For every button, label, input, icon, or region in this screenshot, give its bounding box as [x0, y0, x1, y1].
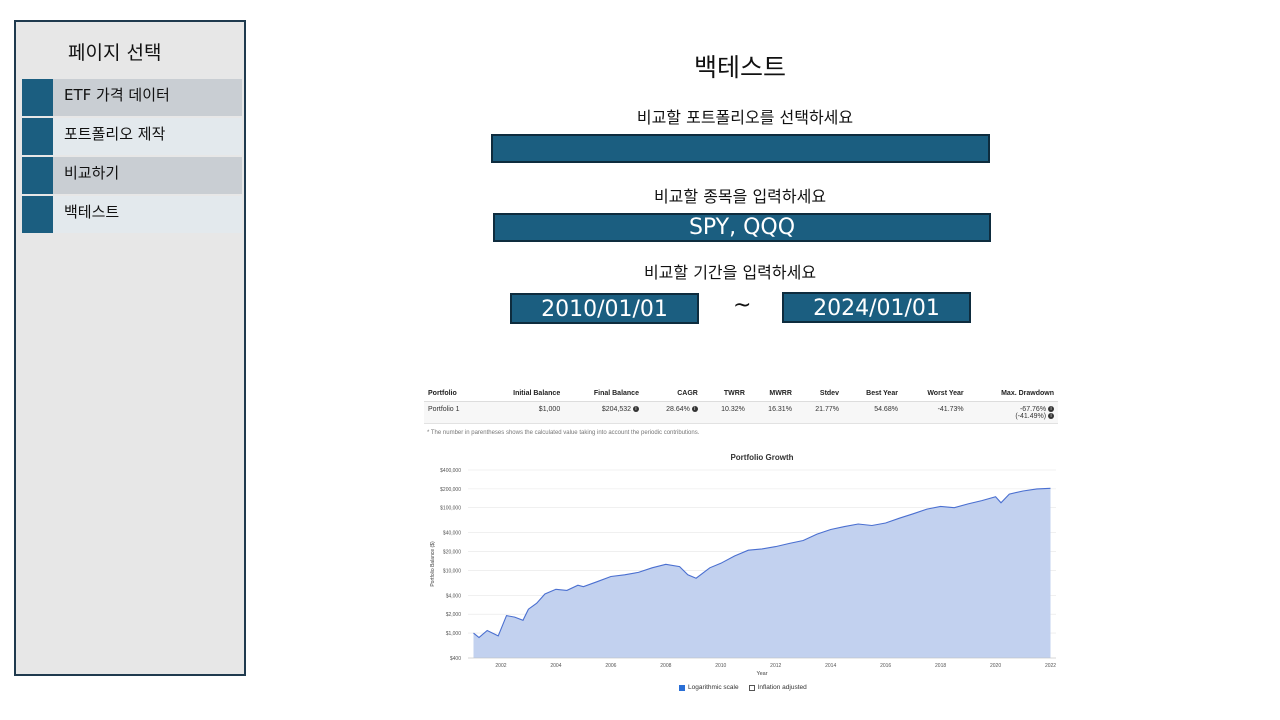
- x-tick-label: 2002: [495, 663, 506, 669]
- col-worst-year: Worst Year: [901, 386, 968, 402]
- x-axis-label: Year: [756, 671, 767, 677]
- sidebar-item-marker: [22, 196, 53, 233]
- sidebar-item-label: 비교하기: [53, 157, 242, 194]
- x-tick-label: 2020: [990, 663, 1001, 669]
- ticker-prompt: 비교할 종목을 입력하세요: [653, 187, 827, 206]
- y-tick-label: $10,000: [443, 568, 461, 574]
- col-cagr: CAGR: [642, 386, 702, 402]
- col-final-balance: Final Balance: [564, 386, 643, 402]
- chart-svg: Portfolio Growth $400 $1,000 $2,000 $4,000 $1…: [430, 453, 1056, 677]
- info-icon[interactable]: i: [1048, 406, 1054, 413]
- y-tick-label: $200,000: [440, 487, 461, 493]
- max-drawdown-value: -67.76%: [1019, 406, 1047, 413]
- period-prompt: 비교할 기간을 입력하세요: [643, 263, 817, 282]
- footnote: * The number in parentheses shows the ca…: [427, 430, 700, 436]
- x-tick-label: 2016: [880, 663, 891, 669]
- x-tick-label: 2004: [550, 663, 561, 669]
- backtest-results: Portfolio Initial Balance Final Balance …: [424, 386, 1060, 698]
- cell-portfolio: Portfolio 1: [424, 401, 483, 424]
- info-icon[interactable]: i: [691, 406, 698, 413]
- x-tick-label: 2006: [605, 663, 616, 669]
- portfolio-select[interactable]: [491, 134, 990, 163]
- sidebar-item-label: 백테스트: [53, 196, 242, 233]
- y-tick-label: $1,000: [446, 631, 462, 637]
- x-tick-label: 2008: [660, 663, 671, 669]
- col-max-drawdown: Max. Drawdown: [967, 386, 1058, 402]
- page-title: 백테스트: [693, 53, 786, 82]
- cell-initial-balance: $1,000: [482, 401, 565, 424]
- y-tick-label: $20,000: [443, 550, 461, 556]
- sidebar-item-marker: [22, 79, 53, 116]
- portfolio-prompt: 비교할 포트폴리오를 선택하세요: [636, 108, 854, 127]
- sidebar-item-label: ETF 가격 데이터: [53, 79, 242, 116]
- logarithmic-label: Logarithmic scale: [688, 684, 739, 691]
- sidebar-item-backtest[interactable]: 백테스트: [22, 196, 242, 233]
- sidebar: 페이지 선택 ETF 가격 데이터 포트폴리오 제작 비교하기 백테스트: [14, 20, 246, 676]
- cell-twrr: 10.32%: [701, 401, 749, 424]
- ticker-input[interactable]: SPY, QQQ: [493, 213, 991, 242]
- info-icon[interactable]: i: [632, 406, 639, 413]
- cell-stdev: 21.77%: [795, 401, 843, 424]
- col-stdev: Stdev: [795, 386, 843, 402]
- cell-best-year: 54.68%: [842, 401, 902, 424]
- col-initial-balance: Initial Balance: [482, 386, 565, 402]
- col-best-year: Best Year: [842, 386, 902, 402]
- chart-options: Logarithmic scale Inflation adjusted: [679, 684, 807, 691]
- cell-cagr: 28.64% i: [642, 401, 702, 424]
- y-tick-label: $40,000: [443, 531, 461, 537]
- cell-max-drawdown: -67.76% i (-41.49%) i: [967, 401, 1058, 424]
- info-icon[interactable]: i: [1048, 413, 1054, 420]
- inflation-checkbox[interactable]: [748, 684, 755, 691]
- date-range-separator: ~: [733, 293, 752, 318]
- x-tick-label: 2022: [1045, 663, 1056, 669]
- sidebar-item-marker: [22, 118, 53, 155]
- sidebar-item-compare[interactable]: 비교하기: [22, 157, 242, 194]
- cell-final-balance: $204,532 i: [564, 401, 643, 424]
- logarithmic-checkbox[interactable]: [679, 684, 685, 691]
- col-mwrr: MWRR: [748, 386, 796, 402]
- x-tick-label: 2018: [935, 663, 946, 669]
- x-tick-label: 2012: [770, 663, 781, 669]
- sidebar-item-portfolio-builder[interactable]: 포트폴리오 제작: [22, 118, 242, 155]
- start-date-input[interactable]: 2010/01/01: [510, 293, 699, 324]
- metrics-header-row: Portfolio Initial Balance Final Balance …: [424, 386, 1058, 402]
- series-area: [473, 488, 1051, 658]
- y-axis-label: Portfolio Balance ($): [430, 541, 436, 587]
- chart-title: Portfolio Growth: [730, 453, 793, 462]
- cell-mwrr: 16.31%: [748, 401, 796, 424]
- y-tick-label: $400,000: [440, 468, 461, 474]
- x-tick-label: 2010: [715, 663, 726, 669]
- sidebar-item-marker: [22, 157, 53, 194]
- metrics-table: Portfolio Initial Balance Final Balance …: [424, 386, 1058, 424]
- sidebar-item-etf-price-data[interactable]: ETF 가격 데이터: [22, 79, 242, 116]
- y-tick-label: $400: [450, 656, 461, 662]
- portfolio-growth-chart: Portfolio Growth $400 $1,000 $2,000 $4,000 $1…: [424, 448, 1060, 698]
- end-date-input[interactable]: 2024/01/01: [782, 292, 971, 323]
- table-row: Portfolio 1 $1,000 $204,532 i 28.64% i 1…: [424, 401, 1058, 424]
- sidebar-nav: ETF 가격 데이터 포트폴리오 제작 비교하기 백테스트: [22, 79, 242, 235]
- final-balance-value: $204,532: [601, 406, 632, 413]
- inflation-label: Inflation adjusted: [757, 684, 807, 691]
- cagr-value: 28.64%: [666, 406, 690, 413]
- sidebar-item-label: 포트폴리오 제작: [53, 118, 242, 155]
- col-twrr: TWRR: [701, 386, 749, 402]
- y-tick-label: $100,000: [440, 506, 461, 512]
- y-tick-label: $2,000: [446, 612, 462, 618]
- max-drawdown-sub: (-41.49%): [1015, 413, 1047, 420]
- y-tick-label: $4,000: [446, 593, 462, 599]
- x-tick-label: 2014: [825, 663, 836, 669]
- col-portfolio: Portfolio: [424, 386, 483, 402]
- cell-worst-year: -41.73%: [901, 401, 968, 424]
